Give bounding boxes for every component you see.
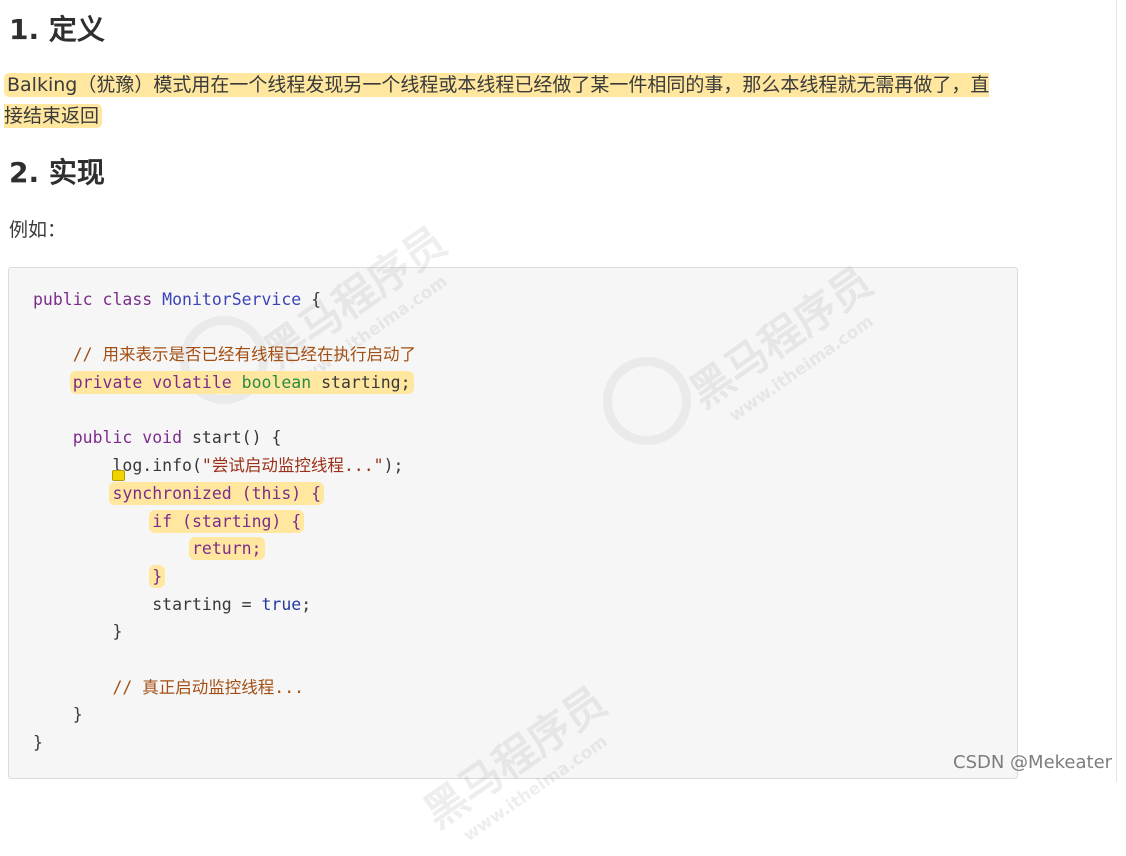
code-text: public class MonitorService { // 用来表示是否已… bbox=[33, 286, 416, 757]
code-line: log.info("尝试启动监控线程..."); bbox=[112, 456, 404, 476]
heading-implementation: 2. 实现 bbox=[9, 156, 105, 189]
comment-note-icon[interactable] bbox=[112, 470, 125, 481]
code-highlight: private volatile boolean starting; bbox=[69, 371, 414, 395]
code-line: public class MonitorService { bbox=[33, 290, 322, 309]
code-line: } bbox=[33, 563, 416, 591]
code-line: starting = true; bbox=[152, 594, 312, 614]
code-highlight: synchronized (this) { bbox=[109, 481, 325, 505]
example-label: 例如： bbox=[9, 219, 67, 241]
code-line: if (starting) { bbox=[33, 508, 416, 536]
page-right-border bbox=[1116, 0, 1117, 782]
code-line: } bbox=[72, 705, 83, 725]
csdn-author-watermark: CSDN @Mekeater bbox=[953, 752, 1113, 773]
code-line: // 用来表示是否已经有线程已经在执行启动了 bbox=[72, 345, 417, 365]
code-highlight: if (starting) { bbox=[149, 509, 305, 533]
code-line: // 真正启动监控线程... bbox=[112, 677, 305, 697]
code-highlight: } bbox=[149, 564, 166, 588]
code-line: private volatile boolean starting; bbox=[33, 369, 416, 397]
definition-paragraph: Balking（犹豫）模式用在一个线程发现另一个线程或本线程已经做了某一件相同的… bbox=[4, 70, 1004, 132]
code-line: } bbox=[33, 733, 43, 752]
heading-definition: 1. 定义 bbox=[9, 13, 105, 46]
code-line: return; bbox=[33, 535, 416, 563]
code-line: } bbox=[112, 622, 123, 642]
code-line: synchronized (this) { bbox=[33, 480, 416, 508]
definition-highlight: Balking（犹豫）模式用在一个线程发现另一个线程或本线程已经做了某一件相同的… bbox=[4, 73, 990, 128]
code-line: public void start() { bbox=[72, 428, 282, 448]
code-highlight: return; bbox=[188, 537, 265, 561]
